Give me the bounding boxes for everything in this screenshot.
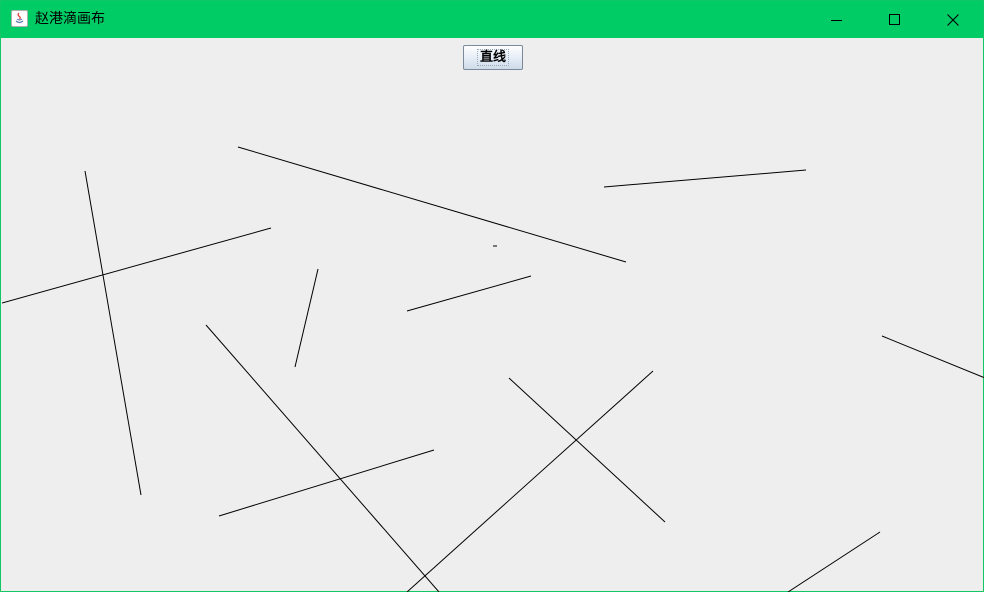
drawn-line — [787, 531, 881, 592]
drawn-line — [2, 227, 272, 304]
maximize-icon — [889, 13, 900, 25]
drawn-line — [406, 275, 532, 312]
title-bar[interactable]: 赵港滴画布 — [1, 1, 983, 38]
drawn-line — [205, 324, 440, 592]
drawn-line — [406, 370, 654, 592]
drawn-line — [218, 449, 435, 517]
drawn-line — [881, 335, 984, 379]
close-icon — [947, 13, 959, 26]
drawn-line — [294, 268, 319, 368]
maximize-button[interactable] — [872, 1, 918, 38]
drawn-line — [84, 170, 142, 496]
minimize-button[interactable] — [814, 1, 860, 38]
app-window: 赵港滴画布 直线 — [0, 0, 984, 592]
drawn-line — [603, 169, 807, 188]
close-button[interactable] — [930, 1, 976, 38]
drawn-line — [508, 377, 666, 523]
minimize-icon — [831, 19, 842, 21]
window-title: 赵港滴画布 — [35, 11, 105, 27]
drawn-line — [237, 146, 627, 263]
java-app-icon — [11, 10, 28, 27]
drawing-canvas[interactable] — [2, 38, 984, 592]
